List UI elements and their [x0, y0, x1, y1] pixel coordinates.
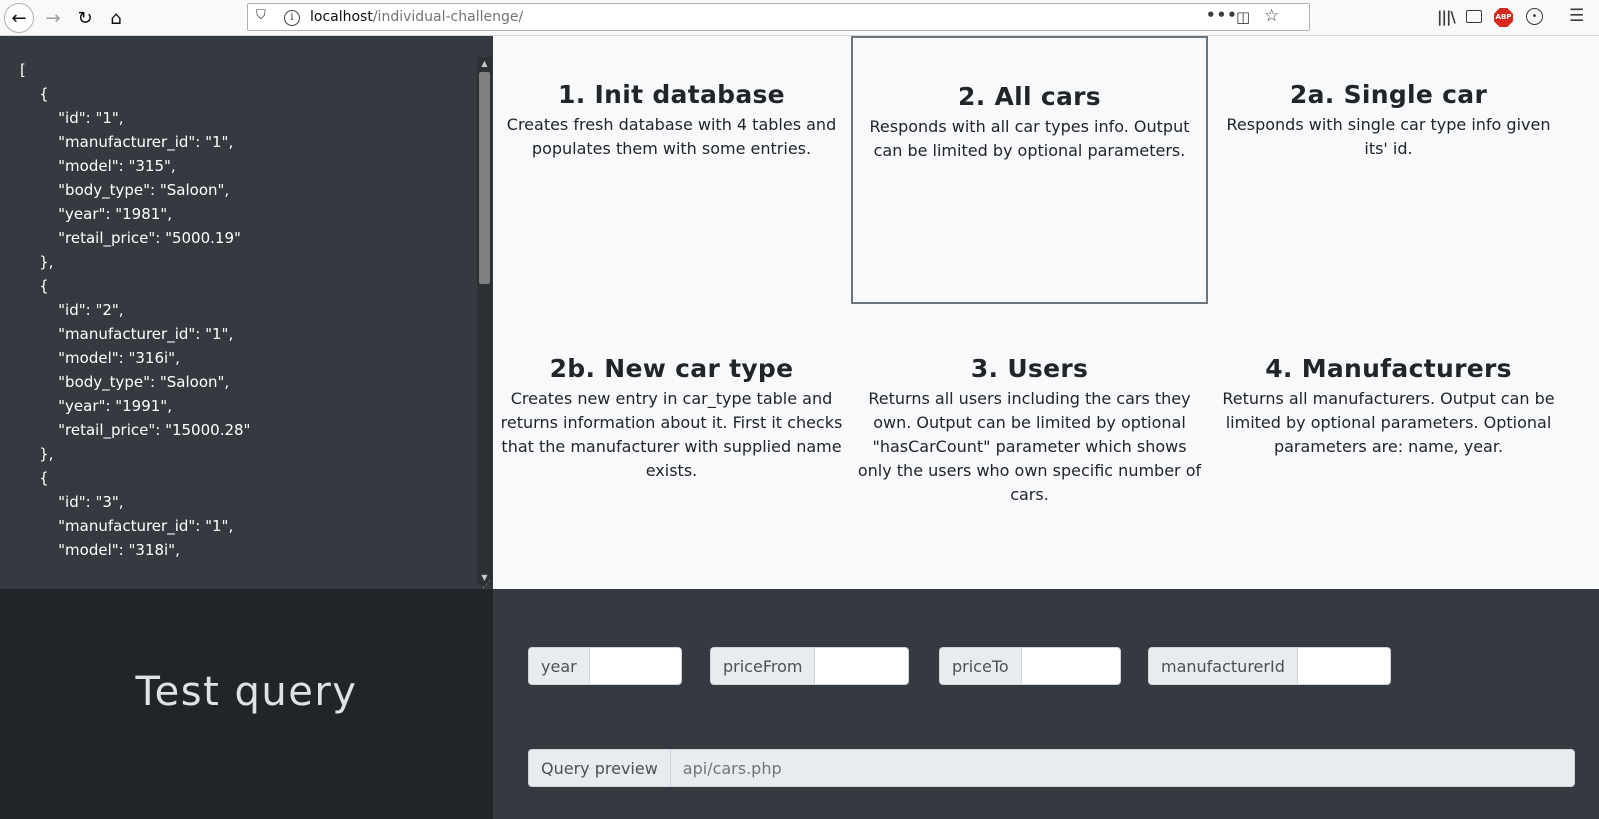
scroll-up-arrow-icon[interactable]: ▲ [477, 57, 492, 71]
url-host: localhost [310, 9, 373, 25]
card-title: 1. Init database [558, 80, 785, 109]
card-title: 4. Manufacturers [1265, 354, 1512, 383]
card-description: Responds with all car types info. Output… [869, 117, 1190, 160]
param-label: priceFrom [710, 647, 815, 685]
card-manufacturers[interactable]: 4. Manufacturers Returns all manufacture… [1210, 310, 1567, 578]
forward-arrow-icon[interactable]: → [38, 3, 68, 33]
query-preview: Query preview api/cars.php [528, 749, 1575, 787]
param-year[interactable]: year [528, 647, 682, 685]
card-description: Creates fresh database with 4 tables and… [506, 115, 837, 158]
card-description: Returns all manufacturers. Output can be… [1222, 389, 1555, 456]
test-query-sidebar: Test query [0, 589, 493, 819]
card-title: 2. All cars [958, 82, 1101, 111]
resize-grip-icon[interactable]: ⋰ [482, 581, 491, 590]
home-icon[interactable]: ⌂ [101, 3, 131, 33]
account-icon[interactable]: • [1526, 8, 1543, 25]
year-input[interactable] [588, 647, 682, 685]
card-users[interactable]: 3. Users Returns all users including the… [851, 310, 1208, 578]
url-bar[interactable]: ⛉ i localhost/individual-challenge/ ••• … [247, 3, 1310, 31]
query-preview-label: Query preview [528, 749, 670, 787]
card-title: 2b. New car type [549, 354, 794, 383]
url-path: /individual-challenge/ [372, 9, 524, 25]
tracking-shield-icon[interactable]: ⛉ [256, 8, 266, 23]
hamburger-menu-icon[interactable]: ☰ [1569, 6, 1584, 26]
query-preview-value[interactable]: api/cars.php [669, 749, 1575, 787]
price-from-input[interactable] [814, 647, 909, 685]
json-output-panel[interactable]: [ { "id": "1", "manufacturer_id": "1", "… [0, 36, 493, 589]
back-arrow-icon[interactable]: ← [4, 3, 34, 33]
card-all-cars[interactable]: 2. All cars Responds with all car types … [851, 36, 1208, 304]
page-actions-more-icon[interactable]: ••• [1206, 6, 1238, 24]
library-icon[interactable]: |||\ [1437, 8, 1456, 26]
reload-icon[interactable]: ↻ [70, 3, 100, 33]
browser-toolbar: ← → ↻ ⌂ ⛉ i localhost/individual-challen… [0, 0, 1599, 36]
pocket-icon[interactable]: ◫ [1236, 8, 1250, 26]
card-single-car[interactable]: 2a. Single car Responds with single car … [1210, 36, 1567, 304]
card-title: 3. Users [970, 354, 1089, 383]
json-output-text[interactable]: [ { "id": "1", "manufacturer_id": "1", "… [20, 58, 250, 562]
param-price-from[interactable]: priceFrom [710, 647, 909, 685]
param-label: manufacturerId [1148, 647, 1297, 685]
param-price-to[interactable]: priceTo [939, 647, 1121, 685]
card-new-car-type[interactable]: 2b. New car type Creates new entry in ca… [493, 310, 850, 578]
param-label: priceTo [939, 647, 1021, 685]
card-description: Returns all users including the cars the… [857, 389, 1202, 504]
card-init-database[interactable]: 1. Init database Creates fresh database … [493, 36, 850, 304]
sidebar-icon[interactable] [1466, 10, 1482, 23]
site-info-icon[interactable]: i [284, 10, 300, 26]
manufacturer-id-input[interactable] [1296, 647, 1391, 685]
param-manufacturer-id[interactable]: manufacturerId [1148, 647, 1391, 685]
card-title: 2a. Single car [1289, 80, 1488, 109]
scroll-thumb[interactable] [479, 72, 490, 284]
json-scrollbar[interactable]: ▲ ▼ [477, 57, 492, 585]
test-query-title: Test query [135, 669, 358, 715]
url-text[interactable]: localhost/individual-challenge/ [310, 9, 523, 25]
param-label: year [528, 647, 589, 685]
price-to-input[interactable] [1020, 647, 1121, 685]
test-query-form: year priceFrom priceTo manufacturerId Qu… [493, 589, 1599, 819]
bookmark-star-icon[interactable]: ☆ [1264, 6, 1279, 26]
adblock-plus-icon[interactable]: ABP [1494, 8, 1513, 27]
card-description: Responds with single car type info given… [1226, 115, 1551, 158]
card-description: Creates new entry in car_type table and … [500, 389, 843, 480]
